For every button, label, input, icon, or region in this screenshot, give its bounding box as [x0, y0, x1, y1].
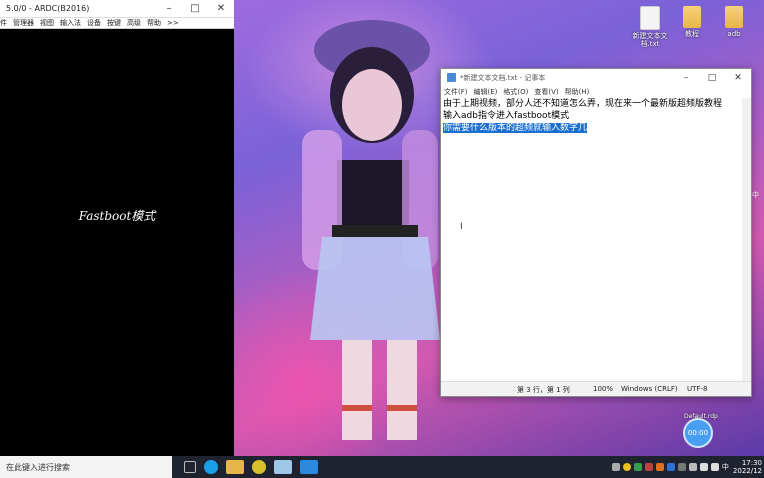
app-icon[interactable]: [252, 460, 266, 474]
task-view-icon[interactable]: [184, 461, 196, 473]
desktop-icon-tutorial-folder[interactable]: 教程: [674, 6, 710, 38]
rdc-window-title: 5.0/0 - ARDC(B2016): [6, 4, 90, 13]
minimize-icon[interactable]: –: [673, 73, 699, 83]
menu-help[interactable]: 帮助(H): [565, 87, 590, 97]
remote-client-taskbar-icon[interactable]: [300, 460, 318, 474]
encoding: UTF-8: [687, 385, 708, 393]
taskbar-search-box[interactable]: 在此键入进行搜索: [0, 456, 172, 478]
tray-chevron-icon[interactable]: [688, 463, 697, 471]
search-placeholder: 在此键入进行搜索: [6, 462, 70, 472]
rdc-screen[interactable]: [0, 29, 234, 456]
tray-app-icon[interactable]: [622, 463, 631, 471]
notepad-menu-bar: 文件(F) 编辑(E) 格式(O) 查看(V) 帮助(H): [441, 86, 751, 97]
tray-app-icon[interactable]: [677, 463, 686, 471]
ime-indicator[interactable]: 中: [722, 462, 729, 472]
clipped-text: 中: [752, 191, 759, 199]
text-cursor-icon: I: [460, 222, 463, 232]
taskbar: 在此键入进行搜索 中 17:30 2022/12: [0, 456, 764, 478]
rdc-menu-item[interactable]: 设备: [87, 18, 101, 28]
wallpaper-character-illustration: [302, 20, 440, 440]
cursor-position: 第 3 行，第 1 列: [517, 386, 570, 394]
text-line: 输入adb指令进入fastboot模式: [443, 111, 570, 121]
menu-file[interactable]: 文件(F): [444, 87, 468, 97]
desktop-icon-label: adb: [727, 30, 741, 38]
rdc-menu-more[interactable]: >>: [167, 19, 179, 27]
desktop-icon-label: 教程: [685, 30, 699, 38]
menu-view[interactable]: 查看(V): [534, 87, 558, 97]
minimize-icon[interactable]: –: [156, 3, 182, 14]
tray-app-icon[interactable]: [644, 463, 653, 471]
rdc-menu-item[interactable]: 管理器: [13, 18, 34, 28]
zoom-level: 100%: [593, 385, 614, 393]
menu-format[interactable]: 格式(O): [503, 87, 528, 97]
tray-app-icon[interactable]: [633, 463, 642, 471]
clock-date: 2022/12: [732, 467, 762, 475]
maximize-icon[interactable]: □: [699, 73, 725, 83]
rdc-menu-item[interactable]: 高级: [127, 18, 141, 28]
rdc-title-bar[interactable]: 5.0/0 - ARDC(B2016) – □ ✕: [0, 0, 234, 18]
rdc-menu-item[interactable]: 视图: [40, 18, 54, 28]
text-file-icon: [640, 6, 660, 30]
volume-icon[interactable]: [710, 463, 719, 471]
notepad-status-bar: 第 3 行，第 1 列 100% Windows (CRLF) UTF-8: [441, 381, 751, 396]
folder-icon: [683, 6, 701, 28]
desktop-icon-adb-folder[interactable]: adb: [716, 6, 752, 38]
maximize-icon[interactable]: □: [182, 3, 208, 14]
line-ending: Windows (CRLF): [621, 385, 678, 393]
selected-text-line: 你需要什么版本的超频就输入数字几: [443, 123, 588, 133]
desktop-icon-label: 新建文本文 档.txt: [632, 32, 668, 48]
rdc-menu-item[interactable]: 输入法: [60, 18, 81, 28]
rdc-menu-item[interactable]: 按键: [107, 18, 121, 28]
system-tray: 中 17:30 2022/12: [611, 456, 764, 478]
menu-edit[interactable]: 编辑(E): [474, 87, 498, 97]
rdc-menu-bar: 件 管理器 视图 输入法 设备 按键 高级 帮助 >>: [0, 18, 234, 29]
rdc-menu-item[interactable]: 件: [0, 18, 7, 28]
notepad-app-icon: [447, 73, 456, 82]
notepad-taskbar-icon[interactable]: [274, 460, 292, 474]
edge-browser-icon[interactable]: [204, 460, 218, 474]
close-icon[interactable]: ✕: [208, 3, 234, 14]
vertical-scrollbar[interactable]: [742, 98, 751, 382]
tray-app-icon[interactable]: [666, 463, 675, 471]
clock-time: 17:30: [741, 459, 762, 467]
close-icon[interactable]: ✕: [725, 73, 751, 83]
notepad-window[interactable]: *新建文本文档.txt - 记事本 – □ ✕ 文件(F) 编辑(E) 格式(O…: [440, 68, 752, 397]
text-line: 由于上期视频，部分人还不知道怎么弄，现在来一个最新版超频版教程: [443, 99, 723, 109]
network-icon[interactable]: [699, 463, 708, 471]
fastboot-mode-text: Fastboot模式: [78, 209, 156, 223]
tray-app-icon[interactable]: [655, 463, 664, 471]
taskbar-clock[interactable]: 17:30 2022/12: [733, 459, 764, 475]
tray-gear-icon[interactable]: [611, 463, 620, 471]
folder-icon: [725, 6, 743, 28]
floating-record-button[interactable]: 00:00: [683, 418, 713, 448]
file-explorer-icon[interactable]: [226, 460, 244, 474]
notepad-text-area[interactable]: 由于上期视频，部分人还不知道怎么弄，现在来一个最新版超频版教程 输入adb指令进…: [443, 98, 741, 382]
notepad-window-title: *新建文本文档.txt - 记事本: [460, 73, 546, 82]
desktop-icon-text-file[interactable]: 新建文本文 档.txt: [632, 6, 668, 48]
rdc-menu-item[interactable]: 帮助: [147, 18, 161, 28]
remote-desktop-window[interactable]: 5.0/0 - ARDC(B2016) – □ ✕ 件 管理器 视图 输入法 设…: [0, 0, 234, 456]
notepad-title-bar[interactable]: *新建文本文档.txt - 记事本 – □ ✕: [441, 69, 751, 86]
